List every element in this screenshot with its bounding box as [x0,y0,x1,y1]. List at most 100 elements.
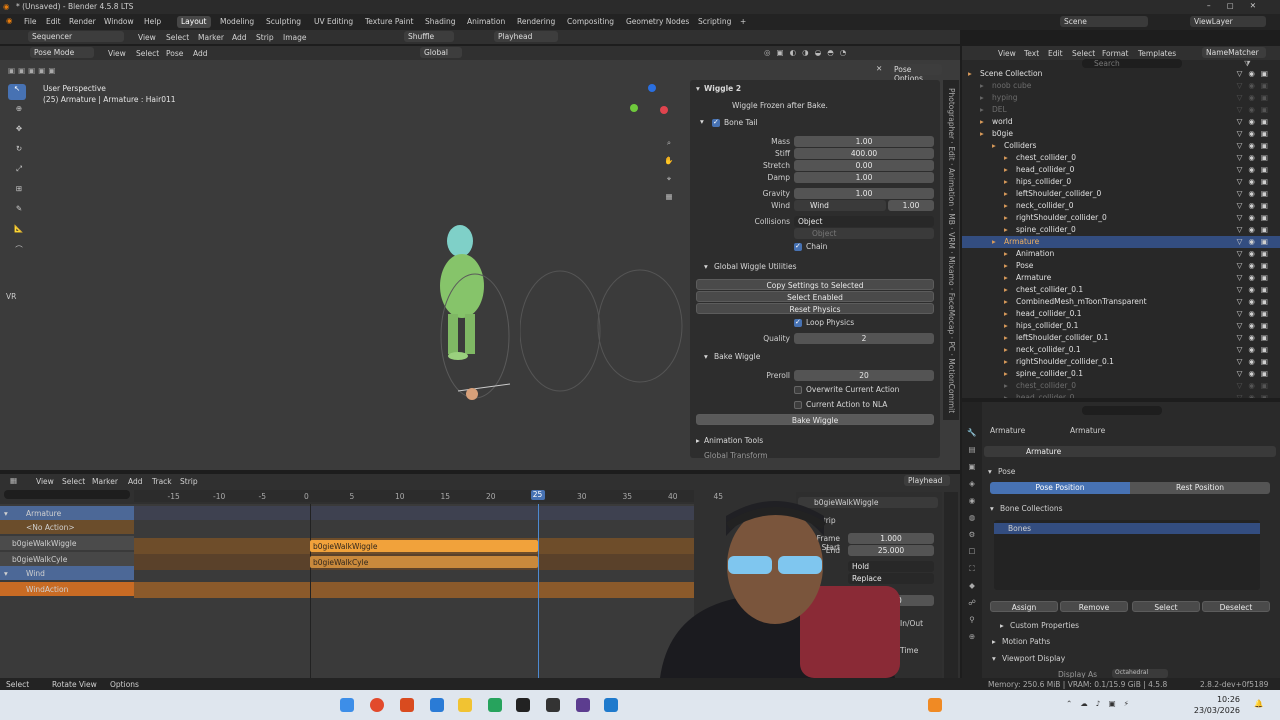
window-controls[interactable]: –▢✕ [1207,1,1272,10]
chevron-down-icon[interactable]: ▾ [704,352,708,361]
chevron-right-icon[interactable]: ▸ [968,69,972,78]
seq-menu-view[interactable]: View [138,33,156,42]
close-icon[interactable]: ✕ [876,64,882,73]
current-frame-indicator[interactable]: 25 [530,490,545,500]
mode-selector[interactable]: Pose Mode [30,47,94,58]
visibility-icons[interactable]: ▽◉▣ [1237,105,1274,114]
tab-motioncommit[interactable]: MotionCommit [947,358,956,413]
scale-tool-icon[interactable]: ⤢ [8,164,30,184]
brave-icon[interactable] [370,698,384,712]
view-layer-selector[interactable]: ViewLayer [1190,16,1266,27]
chevron-right-icon[interactable]: ▸ [1004,189,1008,198]
visibility-icons[interactable]: ▽◉▣ [1237,393,1274,398]
wind-object-field[interactable]: Wind [794,200,886,211]
chevron-right-icon[interactable]: ▸ [696,436,700,445]
copy-settings-button[interactable]: Copy Settings to Selected [696,279,934,290]
visibility-icons[interactable]: ▽◉▣ [1237,225,1274,234]
tab-scripting[interactable]: Scripting [694,16,735,28]
chevron-right-icon[interactable]: ▸ [1004,213,1008,222]
track-walk-wiggle[interactable]: b0gieWalkWiggle [0,536,134,550]
tab-layout[interactable]: Layout [177,16,211,28]
file-explorer-icon[interactable] [458,698,472,712]
animation-tools-section[interactable]: Animation Tools [704,436,763,445]
app2-icon[interactable] [488,698,502,712]
menu-render[interactable]: Render [69,17,96,26]
chevron-right-icon[interactable]: ▸ [1004,333,1008,342]
chevron-down-icon[interactable]: ▾ [700,117,704,126]
nla-menu-marker[interactable]: Marker [92,477,118,486]
chevron-right-icon[interactable]: ▸ [980,81,984,90]
outliner-item[interactable]: ▸ rightShoulder_collider_0 ▽◉▣ [962,212,1280,224]
outliner-item[interactable]: ▸ chest_collider_0.1 ▽◉▣ [962,284,1280,296]
nla-sidebar-tabs[interactable] [944,492,958,678]
nla-search-input[interactable] [4,490,130,499]
outliner-item[interactable]: ▸ chest_collider_0 ▽◉▣ [962,152,1280,164]
bake-wiggle-button[interactable]: Bake Wiggle [696,414,934,425]
bone-collection-item[interactable]: Bones [994,523,1260,534]
track-wind-action[interactable]: WindAction [0,582,134,596]
chevron-right-icon[interactable]: ▸ [1004,285,1008,294]
visibility-icons[interactable]: ▽◉▣ [1237,213,1274,222]
tab-mixamo[interactable]: Mixamo [947,256,956,285]
pose-options-button[interactable]: Pose Options [890,64,942,83]
outliner-item[interactable]: ▸ leftShoulder_collider_0 ▽◉▣ [962,188,1280,200]
visibility-icons[interactable]: ▽◉▣ [1237,81,1274,90]
visibility-icons[interactable]: ▽◉▣ [1237,261,1274,270]
visibility-icons[interactable]: ▽◉▣ [1237,345,1274,354]
tab-texture-paint[interactable]: Texture Paint [361,16,417,28]
outliner-item[interactable]: ▸ leftShoulder_collider_0.1 ▽◉▣ [962,332,1280,344]
chevron-down-icon[interactable]: ▾ [696,84,700,93]
outliner-item[interactable]: ▸ head_collider_0 ▽◉▣ [962,392,1280,398]
outliner-item[interactable]: ▸ spine_collider_0 ▽◉▣ [962,224,1280,236]
pose-tool-icon[interactable]: ⌒ [8,244,30,264]
chevron-right-icon[interactable]: ▸ [1004,309,1008,318]
outliner-item[interactable]: ▸ hyping ▽◉▣ [962,92,1280,104]
viewport-shading-icons[interactable]: ◎▣◐◑◒◓◔ [764,48,944,58]
nla-menu-strip[interactable]: Strip [180,477,198,486]
vp-menu-view[interactable]: View [108,49,126,58]
nla-strip-area[interactable]: b0gieWalkWiggle b0gieWalkCyle [134,504,694,678]
menu-window[interactable]: Window [104,17,134,26]
name-matcher-addon[interactable]: NameMatcher [1202,47,1266,58]
app4-icon[interactable] [576,698,590,712]
chevron-right-icon[interactable]: ▸ [1004,381,1008,390]
armature-name-field[interactable]: Armature [984,446,1276,457]
chevron-right-icon[interactable]: ▸ [992,141,996,150]
visibility-icons[interactable]: ▽◉▣ [1237,153,1274,162]
chevron-down-icon[interactable]: ▾ [990,504,994,513]
outliner-item[interactable]: ▸ rightShoulder_collider_0.1 ▽◉▣ [962,356,1280,368]
visibility-icons[interactable]: ▽◉▣ [1237,93,1274,102]
tab-pc[interactable]: PC [947,341,956,351]
tab-mb[interactable]: MB [947,213,956,225]
notification-icon[interactable]: 🔔 [1254,699,1263,708]
chevron-right-icon[interactable]: ▸ [1004,261,1008,270]
chevron-right-icon[interactable]: ▸ [980,105,984,114]
visibility-icons[interactable]: ▽◉▣ [1237,369,1274,378]
outliner-menu-templates[interactable]: Templates [1138,49,1176,58]
terminal-icon[interactable] [546,698,560,712]
chevron-right-icon[interactable]: ▸ [980,93,984,102]
rotate-tool-icon[interactable]: ↻ [8,144,30,164]
tab-animation[interactable]: Animation [463,16,509,28]
outliner-item[interactable]: ▸ b0gie ▽◉▣ [962,128,1280,140]
visibility-icons[interactable]: ▽◉▣ [1237,381,1274,390]
blender-menu-icon[interactable]: ◉ [6,16,13,25]
strip-walk-wiggle[interactable]: b0gieWalkWiggle [310,540,538,552]
blender-taskbar-icon[interactable] [928,698,942,712]
track-walk-cyle[interactable]: b0gieWalkCyle [0,552,134,566]
move-tool-icon[interactable]: ✥ [8,124,30,144]
outliner-item[interactable]: ▸ neck_collider_0.1 ▽◉▣ [962,344,1280,356]
cursor-tool-icon[interactable]: ⊕ [8,104,30,124]
global-transform-section[interactable]: Global Transform [704,451,768,460]
tray-icons[interactable]: ⌃☁♪▣⚡ [1066,699,1137,708]
outliner-menu-format[interactable]: Format [1102,49,1128,58]
seq-menu-add[interactable]: Add [232,33,247,42]
action-to-nla-checkbox[interactable] [794,401,802,409]
visibility-icons[interactable]: ▽◉▣ [1237,201,1274,210]
visibility-icons[interactable]: ▽◉▣ [1237,273,1274,282]
property-tab-icons[interactable]: 🔧 ▤ ▣ ◈ ◉ ◍ ⚙ ☐ ⛶ ◆ ☍ ⚲ ⊕ [962,402,982,645]
outliner-item[interactable]: ▸ head_collider_0 ▽◉▣ [962,164,1280,176]
outliner-item[interactable]: ▸ Colliders ▽◉▣ [962,140,1280,152]
chevron-right-icon[interactable]: ▸ [1004,249,1008,258]
visibility-icons[interactable]: ▽◉▣ [1237,177,1274,186]
